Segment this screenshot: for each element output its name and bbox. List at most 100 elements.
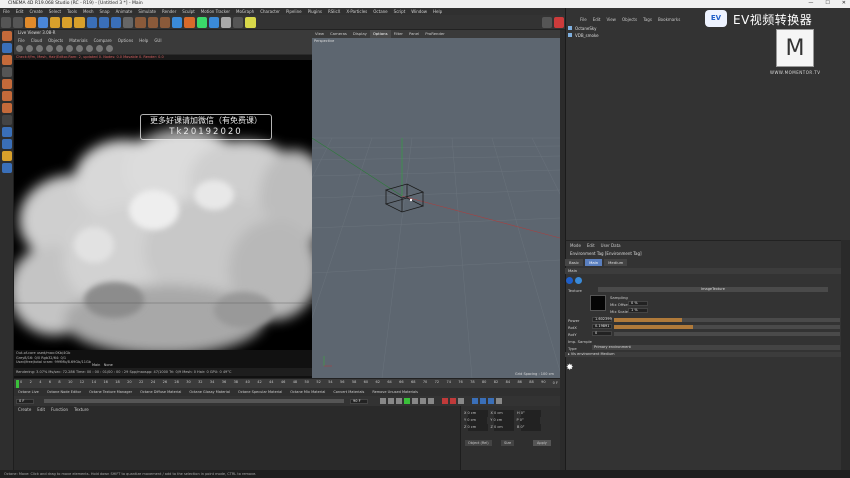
scene-icon[interactable]	[220, 16, 232, 28]
power-slider[interactable]	[614, 318, 840, 322]
material-picker-icon[interactable]	[96, 45, 103, 52]
keyframe-selection-icon[interactable]	[458, 398, 464, 404]
object-menu-file[interactable]: File	[580, 17, 587, 22]
coord-size-select[interactable]: Size	[501, 440, 515, 446]
attribute-menu-user-data[interactable]: User Data	[601, 243, 621, 248]
material-menu-create[interactable]: Create	[18, 407, 31, 412]
autokey-icon[interactable]	[450, 398, 456, 404]
save-image-icon[interactable]	[56, 45, 63, 52]
undo-icon[interactable]	[1, 16, 12, 28]
coord-field[interactable]: 0 cm	[467, 417, 488, 424]
material-tool-octane-live[interactable]: Octane Live	[14, 388, 43, 396]
octane-icon[interactable]	[553, 16, 565, 28]
attribute-menu-edit[interactable]: Edit	[587, 243, 595, 248]
make-editable-icon[interactable]	[2, 31, 12, 41]
attribute-scrollbar[interactable]	[841, 240, 850, 470]
redo-icon[interactable]	[13, 16, 24, 28]
object-menu-tags[interactable]: Tags	[643, 17, 652, 22]
model-mode-icon[interactable]	[2, 43, 12, 53]
start-frame-field[interactable]: 0 F	[16, 398, 34, 404]
cube-icon[interactable]	[172, 16, 183, 28]
material-tool-octane-glossy-material[interactable]: Octane Glossy Material	[185, 388, 234, 396]
vis-env-medium-group[interactable]: ▸ Vis environment Medium	[565, 352, 841, 357]
gear-icon[interactable]: ✸	[566, 364, 575, 373]
menu-rslicx[interactable]: RSlicX	[325, 8, 343, 15]
pos-key-icon[interactable]	[472, 398, 478, 404]
menu-character[interactable]: Character	[257, 8, 283, 15]
minimize-button[interactable]: —	[808, 0, 813, 8]
scale-key-icon[interactable]	[480, 398, 486, 404]
focus-picker-icon[interactable]	[86, 45, 93, 52]
polygons-mode-icon[interactable]	[2, 103, 12, 113]
menu-select[interactable]: Select	[46, 8, 64, 15]
edges-mode-icon[interactable]	[2, 91, 12, 101]
material-tool-octane-diffuse-material[interactable]: Octane Diffuse Material	[136, 388, 185, 396]
viewport-menu-view[interactable]: View	[312, 30, 327, 38]
array-icon[interactable]	[208, 16, 219, 28]
record-icon[interactable]	[442, 398, 448, 404]
object-menu-bookmarks[interactable]: Bookmarks	[658, 17, 680, 22]
object-menu-view[interactable]: View	[606, 17, 616, 22]
material-tool-convert-materials[interactable]: Convert Materials	[329, 388, 368, 396]
nurbs-icon[interactable]	[196, 16, 207, 28]
x-axis-icon[interactable]	[86, 16, 97, 28]
menu-file[interactable]: File	[0, 8, 13, 15]
param-key-icon[interactable]	[496, 398, 502, 404]
object-row[interactable]: VDB_smoke	[568, 32, 599, 39]
recent-tool-icon[interactable]	[74, 16, 85, 28]
material-manager[interactable]	[14, 406, 460, 470]
timeline-ruler[interactable]: 0 2 4 6 8 10 12 14 16 18 20 22 24 26 28 30 32 34 36 38 40 42 4…	[14, 378, 560, 388]
object-row[interactable]: OctaneSky	[568, 25, 599, 32]
menu-script[interactable]: Script	[391, 8, 409, 15]
coord-field[interactable]: 0 cm	[467, 410, 488, 417]
render-output[interactable]	[14, 60, 312, 350]
material-tool-octane-texture-manager[interactable]: Octane Texture Manager	[85, 388, 136, 396]
menu-plugins[interactable]: Plugins	[305, 8, 325, 15]
texture-link-field[interactable]: ImageTexture	[598, 287, 828, 292]
texture-mode-icon[interactable]	[566, 277, 573, 284]
play-icon[interactable]	[404, 398, 410, 404]
z-axis-icon[interactable]	[110, 16, 122, 28]
select-tool-icon[interactable]	[25, 16, 36, 28]
settings-icon[interactable]	[106, 45, 113, 52]
coord-mode-select[interactable]: Object (Rel)	[465, 440, 492, 446]
object-menu-objects[interactable]: Objects	[622, 17, 637, 22]
coord-field[interactable]: 0°	[520, 424, 541, 431]
lv-menu-objects[interactable]: Objects	[48, 38, 63, 43]
rotx-slider[interactable]	[614, 325, 840, 329]
material-tool-octane-mix-material[interactable]: Octane Mix Material	[286, 388, 329, 396]
coord-field[interactable]: 0°	[520, 410, 541, 417]
roty-slider[interactable]	[614, 332, 840, 336]
lv-menu-cloud[interactable]: Cloud	[31, 38, 42, 43]
light-icon[interactable]	[245, 16, 256, 28]
pause-render-icon[interactable]	[36, 45, 43, 52]
menu-window[interactable]: Window	[408, 8, 430, 15]
menu-edit[interactable]: Edit	[13, 8, 27, 15]
render-settings-icon[interactable]	[159, 16, 171, 28]
attribute-tab-main[interactable]: Main	[585, 259, 603, 266]
color-mode-icon[interactable]	[575, 277, 582, 284]
lock-res-icon[interactable]	[66, 45, 73, 52]
spline-icon[interactable]	[184, 16, 195, 28]
maximize-button[interactable]: ☐	[825, 0, 829, 8]
viewport-menu-prorender[interactable]: ProRender	[422, 30, 448, 38]
restart-render-icon[interactable]	[26, 45, 33, 52]
sculpt-icon[interactable]	[2, 139, 12, 149]
material-tool-remove-unused-materials[interactable]: Remove Unused Materials	[368, 388, 422, 396]
render-view-icon[interactable]	[135, 16, 146, 28]
power-field[interactable]: 1.602399	[592, 317, 612, 322]
go-start-icon[interactable]	[380, 398, 386, 404]
lv-menu-help[interactable]: Help	[139, 38, 148, 43]
material-menu-function[interactable]: Function	[51, 407, 68, 412]
perspective-viewport[interactable]	[312, 38, 560, 378]
menu-pipeline[interactable]: Pipeline	[283, 8, 305, 15]
object-menu-edit[interactable]: Edit	[593, 17, 601, 22]
lv-menu-compare[interactable]: Compare	[94, 38, 112, 43]
menu-octane[interactable]: Octane	[370, 8, 390, 15]
lv-menu-file[interactable]: File	[18, 38, 25, 43]
frame-range-slider[interactable]	[44, 399, 344, 403]
coord-field[interactable]: 0 cm	[494, 410, 515, 417]
snap-icon[interactable]	[2, 127, 12, 137]
material-menu-texture[interactable]: Texture	[74, 407, 89, 412]
move-tool-icon[interactable]	[37, 16, 48, 28]
